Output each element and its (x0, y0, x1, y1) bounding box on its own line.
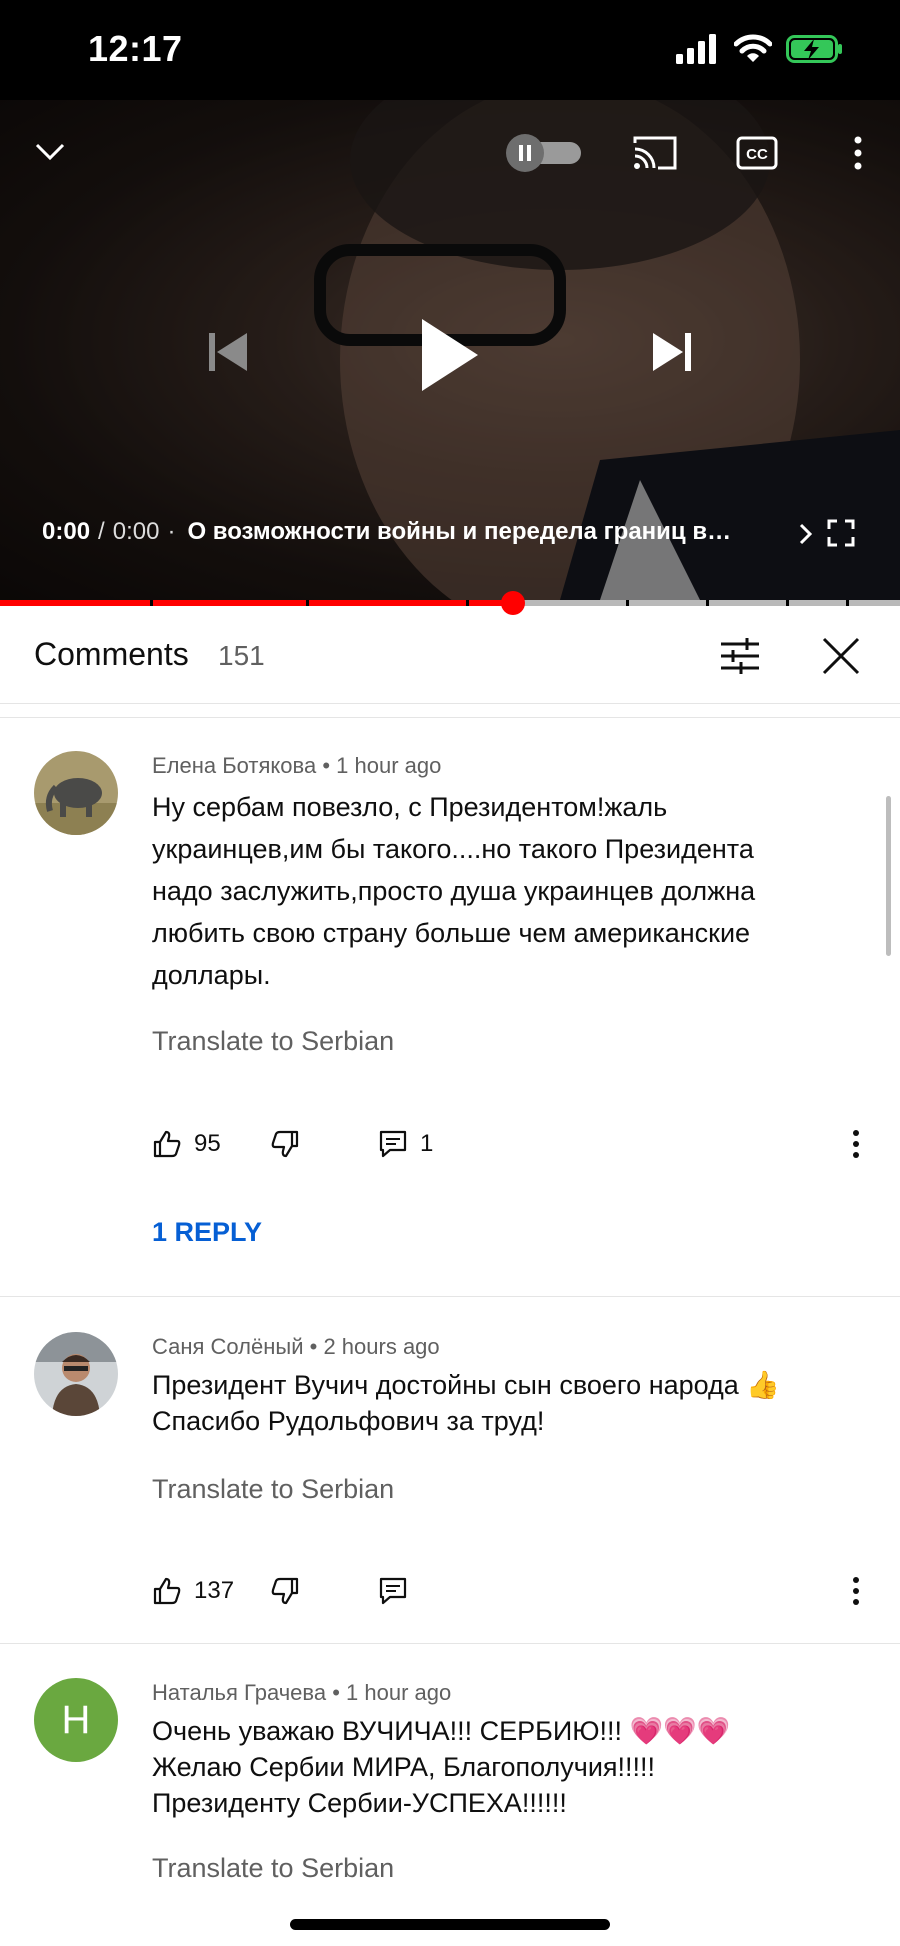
battery-charging-icon (786, 35, 842, 63)
current-time: 0:00 (42, 518, 91, 545)
view-replies-link[interactable]: 1 REPLY (152, 1217, 262, 1248)
more-vertical-icon (853, 1130, 859, 1158)
translate-link[interactable]: Translate to Serbian (152, 1853, 394, 1884)
avatar[interactable] (34, 1332, 118, 1416)
status-icons (676, 34, 844, 64)
autoplay-toggle[interactable] (503, 132, 583, 172)
home-indicator[interactable] (290, 1919, 610, 1930)
comment-line: украинцев,им бы такого....но такого През… (152, 834, 754, 864)
player-time-row: 0:00 / 0:00 · О возможности войны и пере… (42, 518, 731, 546)
play-button[interactable] (400, 305, 500, 405)
more-vertical-icon (854, 136, 862, 170)
avatar[interactable]: Н (34, 1678, 118, 1762)
sort-comments-button[interactable] (716, 632, 764, 680)
comment-line: Желаю Сербии МИРА, Благополучия!!!!! (152, 1752, 656, 1782)
close-icon (822, 637, 860, 675)
comment-time: 1 hour ago (346, 1680, 452, 1705)
cellular-signal-icon (676, 34, 716, 64)
sort-filter-icon (721, 638, 759, 674)
comment-text: Ну сербам повезло, с Президентом!жаль ук… (152, 786, 862, 996)
chevron-right-icon (799, 523, 813, 545)
like-button[interactable]: 95 (152, 1124, 221, 1164)
comment-line: Ну сербам повезло, с Президентом!жаль (152, 792, 668, 822)
fullscreen-button[interactable] (822, 514, 860, 552)
minimize-button[interactable] (26, 128, 74, 176)
thumbs-down-icon (271, 1130, 299, 1158)
previous-button[interactable] (200, 325, 254, 379)
comment-author[interactable]: Елена Ботякова (152, 753, 316, 778)
status-bar: 12:17 (0, 0, 900, 100)
comment-actions: 137 (152, 1571, 872, 1611)
avatar[interactable] (34, 751, 118, 835)
cast-button[interactable] (630, 130, 680, 176)
comment-meta: Саня Солёный • 2 hours ago (152, 1334, 440, 1359)
thumbs-up-icon (153, 1577, 181, 1605)
dislike-button[interactable] (270, 1571, 300, 1611)
comment-line: надо заслужить,просто душа украинцев дол… (152, 876, 756, 906)
video-title[interactable]: О возможности войны и передела границ в… (187, 518, 731, 546)
comment-meta: Елена Ботякова • 1 hour ago (152, 753, 442, 778)
comment-author[interactable]: Саня Солёный (152, 1334, 304, 1359)
closed-captions-icon: CC (736, 136, 778, 170)
comment-author[interactable]: Наталья Грачева (152, 1680, 326, 1705)
comment-line: Президенту Сербии-УСПЕХА!!!!!! (152, 1788, 567, 1818)
time-separator: / (98, 518, 105, 545)
comments-header: Comments 151 (0, 606, 900, 704)
captions-button[interactable]: CC (734, 130, 780, 176)
comments-count: 151 (218, 640, 265, 671)
translate-link[interactable]: Translate to Serbian (152, 1474, 394, 1505)
user-photo-avatar-image (34, 1332, 118, 1416)
more-vertical-icon (853, 1577, 859, 1605)
cast-icon (633, 136, 677, 170)
video-player[interactable]: CC 0:00 / 0:00 · О возможности войны и п… (0, 100, 900, 600)
comment-line: любить свою страну больше чем американск… (152, 918, 751, 948)
comment-line: доллары. (152, 960, 271, 990)
video-duration: 0:00 (112, 518, 160, 545)
comment-time: 1 hour ago (336, 753, 442, 778)
comment-time: 2 hours ago (323, 1334, 440, 1359)
reply-button[interactable]: 1 (378, 1124, 433, 1164)
close-comments-button[interactable] (817, 632, 865, 680)
comment-item: Н Наталья Грачева • 1 hour ago Очень ува… (0, 1645, 900, 1946)
comments-divider (0, 704, 900, 718)
comment-more-button[interactable] (852, 1124, 860, 1164)
comment-actions: 95 1 (152, 1124, 872, 1164)
comment-line: Президент Вучич достойны сын своего наро… (152, 1370, 780, 1400)
autoplay-pause-icon (506, 134, 581, 172)
comment-item: Саня Солёный • 2 hours ago Президент Вуч… (0, 1298, 900, 1644)
status-time: 12:17 (88, 28, 183, 69)
fullscreen-icon (827, 519, 855, 547)
comment-line: Спасибо Рудольфович за труд! (152, 1406, 545, 1436)
wifi-icon (734, 34, 772, 62)
reply-count: 1 (420, 1130, 434, 1157)
comment-more-button[interactable] (852, 1571, 860, 1611)
title-dot: · (167, 518, 176, 545)
comment-text: Президент Вучич достойны сын своего наро… (152, 1367, 862, 1439)
like-count: 137 (194, 1577, 235, 1604)
elephant-avatar-image (34, 751, 118, 835)
reply-button[interactable] (378, 1571, 408, 1611)
avatar-letter: Н (61, 1697, 91, 1742)
svg-text:CC: CC (746, 146, 768, 163)
comment-item: Елена Ботякова • 1 hour ago Ну сербам по… (0, 719, 900, 1297)
thumbs-up-icon (153, 1130, 181, 1158)
comment-line: Очень уважаю ВУЧИЧА!!! СЕРБИЮ!!! 💗💗💗 (152, 1716, 731, 1746)
thumbs-down-icon (271, 1577, 299, 1605)
skip-next-icon (653, 333, 691, 371)
comment-text: Очень уважаю ВУЧИЧА!!! СЕРБИЮ!!! 💗💗💗 Жел… (152, 1713, 862, 1821)
like-button[interactable]: 137 (152, 1571, 234, 1611)
comment-reply-icon (379, 1577, 407, 1605)
comments-title: Comments (34, 636, 189, 672)
chevron-down-icon (35, 143, 65, 161)
next-button[interactable] (646, 325, 700, 379)
dislike-button[interactable] (270, 1124, 300, 1164)
play-icon (422, 319, 478, 391)
comment-meta: Наталья Грачева • 1 hour ago (152, 1680, 452, 1705)
translate-link[interactable]: Translate to Serbian (152, 1026, 394, 1057)
like-count: 95 (194, 1130, 221, 1157)
player-more-button[interactable] (836, 130, 880, 176)
chapter-chevron-button[interactable] (792, 518, 820, 550)
comment-reply-icon (379, 1130, 407, 1158)
skip-previous-icon (209, 333, 247, 371)
